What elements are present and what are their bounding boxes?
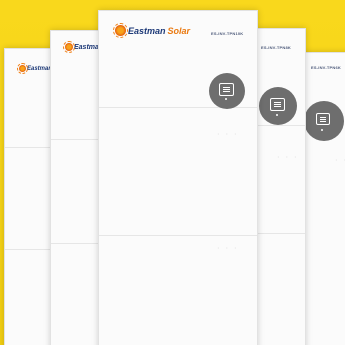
brand-logo: Eastman Solar bbox=[113, 23, 191, 38]
module-seam bbox=[99, 235, 257, 236]
lcd-display-icon bbox=[209, 73, 245, 109]
lcd-display-icon bbox=[259, 87, 297, 125]
module-seam bbox=[255, 125, 305, 126]
brand-logo: Eastman bbox=[17, 63, 53, 74]
lcd-display-icon bbox=[304, 101, 344, 141]
module-seam bbox=[255, 233, 305, 234]
indicator-dots: • • • bbox=[277, 154, 299, 159]
sun-logo-icon bbox=[63, 41, 75, 53]
module-seam bbox=[51, 243, 105, 244]
inverter-unit-right: ES-INV-TPN8K • • • bbox=[254, 28, 306, 345]
product-photo: Eastman Eastman ES-INV-TPN6K • • • ES-IN… bbox=[0, 0, 345, 345]
indicator-dots: • • • bbox=[217, 131, 239, 136]
inverter-unit-center: Eastman Solar ES-INV-TPN10K • • • • • • bbox=[98, 10, 258, 345]
sun-logo-icon bbox=[113, 23, 128, 38]
indicator-dots: • • • bbox=[217, 245, 239, 250]
model-label: ES-INV-TPN10K bbox=[211, 31, 244, 36]
module-seam bbox=[51, 139, 105, 140]
brand-name: Eastman bbox=[27, 65, 53, 72]
brand-name: Eastman bbox=[128, 25, 166, 36]
brand-name-suffix: Solar bbox=[167, 25, 191, 36]
model-label: ES-INV-TPN8K bbox=[261, 45, 291, 50]
model-label: ES-INV-TPN6K bbox=[311, 65, 341, 70]
indicator-dots: • • • bbox=[335, 157, 345, 162]
inverter-unit-far-right: ES-INV-TPN6K • • • bbox=[302, 52, 345, 345]
sun-logo-icon bbox=[17, 63, 28, 74]
